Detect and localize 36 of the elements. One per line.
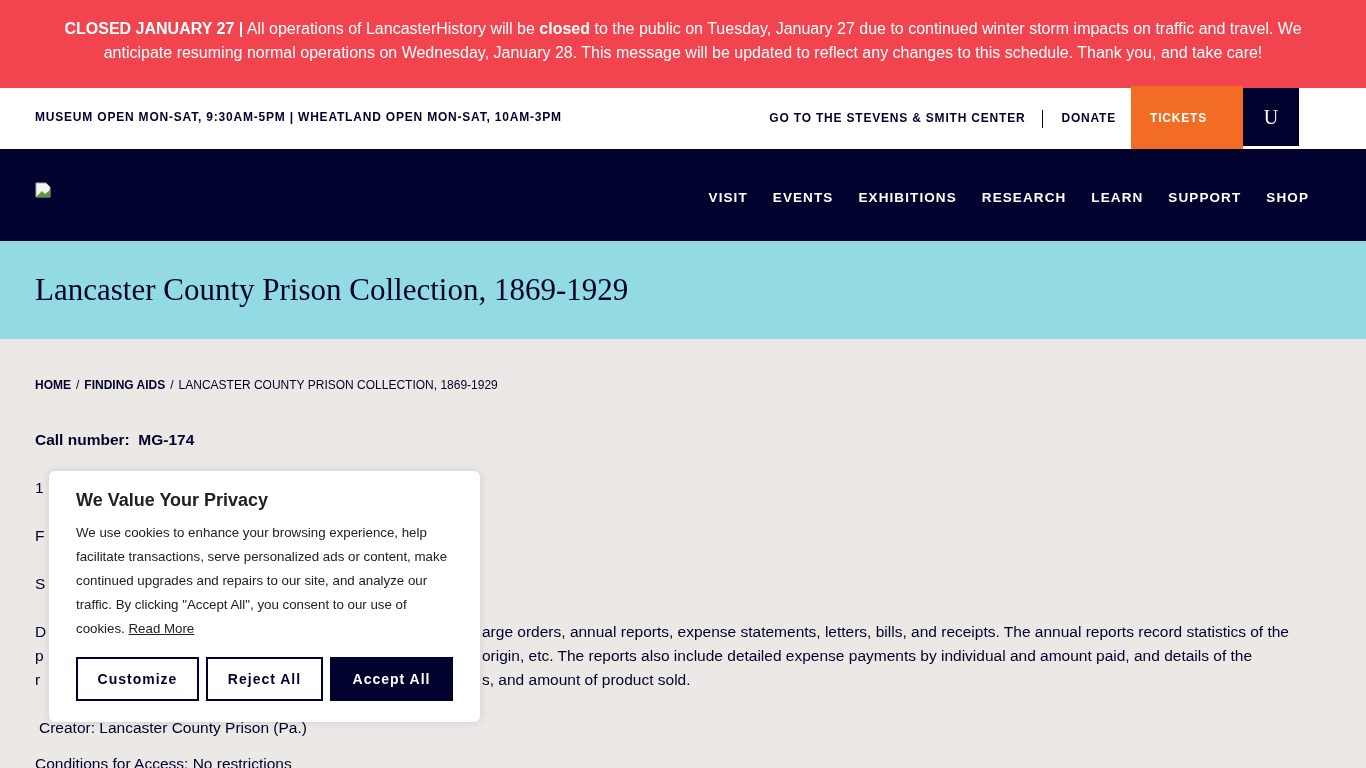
accept-button[interactable]: Accept All <box>330 657 453 701</box>
text-fragment: D <box>35 623 47 640</box>
text-fragment: S <box>35 575 46 592</box>
page-title: Lancaster County Prison Collection, 1869-1929 <box>35 272 629 308</box>
account-button[interactable]: U <box>1243 88 1299 146</box>
read-more-link[interactable]: Read More <box>128 621 195 636</box>
dialog-title: We Value Your Privacy <box>76 490 269 511</box>
breadcrumb-current: LANCASTER COUNTY PRISON COLLECTION, 1869-1929 <box>178 377 498 394</box>
nav-link[interactable]: EVENTS <box>772 189 834 205</box>
nav-link[interactable]: SHOP <box>1266 189 1309 205</box>
breadcrumb-link[interactable]: HOME <box>35 373 71 397</box>
text-fragment: p <box>35 647 44 664</box>
cookie-message: We use cookies to enhance your browsing experience, help facilitate transactions, serve personalized ads or content, make continued upgrades and repairs to our site, and analyze our traffic. By clicking "Accept All", you consent to our use of cookies. Read More <box>76 524 449 638</box>
text-fragment: F <box>35 527 45 544</box>
nav-link[interactable]: LEARN <box>1091 189 1144 205</box>
breadcrumb-separator: / <box>170 377 174 394</box>
breadcrumb-separator: / <box>76 377 80 394</box>
dialog-button[interactable]: Reject All <box>206 657 323 701</box>
dialog-button[interactable]: Customize <box>76 657 199 701</box>
call-number: Call number: MG-174 <box>35 431 195 448</box>
text-fragment: 1 <box>35 479 44 496</box>
nav-link[interactable]: EXHIBITIONS <box>858 189 957 205</box>
utility-link[interactable]: DONATE <box>1061 110 1133 125</box>
creator-text: Creator: Lancaster County Prison (Pa.) <box>39 719 307 736</box>
nav-link[interactable]: RESEARCH <box>981 189 1067 205</box>
nav-link[interactable]: VISIT <box>708 189 748 205</box>
hours-text: MUSEUM OPEN MON-SAT, 9:30AM-5PM | WHEATLAND OPEN MON-SAT, 10AM-3PM <box>35 110 562 124</box>
description-text: origin, etc. The reports also include detailed expense payments by individual and amount paid, and details of the <box>482 647 1253 664</box>
closure-notice: CLOSED JANUARY 27 | All operations of LancasterHistory will be closed to the public on Tuesday, January 27 due to continued winter storm impacts on traffic and travel. We anticipate resuming normal operations on Wednesday, January 28. This message will be updated to reflect any changes to this schedule. Thank you, and take care! <box>63 19 1303 63</box>
utility-link[interactable]: GO TO THE STEVENS & SMITH CENTER <box>769 110 1043 125</box>
text-fragment: r <box>35 671 41 688</box>
description-text: arge orders, annual reports, expense statements, letters, bills, and receipts. The annual reports record statistics of the <box>482 623 1289 640</box>
description-text: s, and amount of product sold. <box>482 671 691 688</box>
broken-image-icon <box>35 181 51 198</box>
breadcrumb-link[interactable]: FINDING AIDS <box>84 373 166 397</box>
nav-link[interactable]: SUPPORT <box>1168 189 1242 205</box>
